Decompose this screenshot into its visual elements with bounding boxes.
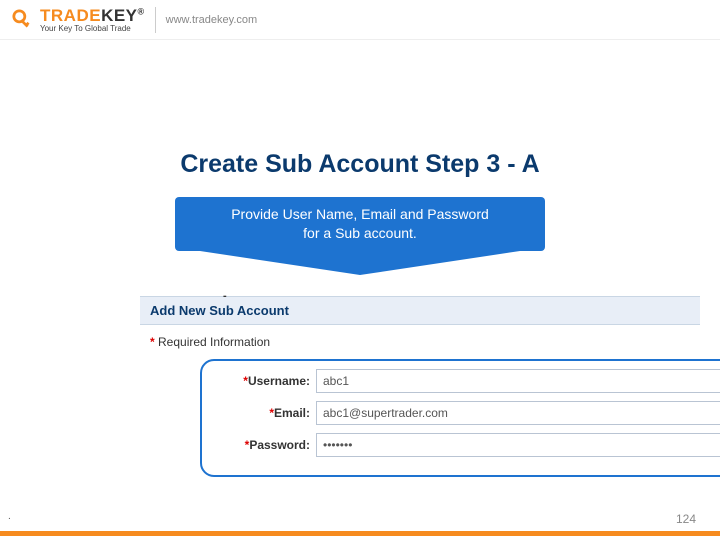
logo-key-text: KEY [101, 6, 137, 25]
password-input[interactable] [316, 433, 720, 457]
callout-arrow-icon [200, 251, 520, 275]
callout: Provide User Name, Email and Password fo… [175, 197, 545, 275]
logo-block: TRADEKEY® Your Key To Global Trade [12, 6, 145, 33]
username-input[interactable] [316, 369, 720, 393]
username-label: *Username: [212, 374, 316, 388]
email-row: *Email: [212, 401, 720, 425]
password-row: *Password: [212, 433, 720, 457]
username-row: *Username: [212, 369, 720, 393]
page-number: 124 [676, 512, 696, 526]
required-text: Required Information [155, 335, 270, 349]
callout-line1: Provide User Name, Email and Password [189, 205, 531, 224]
logo-trade: TRADE [40, 6, 101, 25]
required-note: * Required Information [140, 325, 700, 357]
slide-title: Create Sub Account Step 3 - A [0, 150, 720, 179]
highlight-box: *Username: *Email: *Password: [200, 359, 720, 477]
bottom-rule [0, 531, 720, 536]
logo-text-wrap: TRADEKEY® Your Key To Global Trade [40, 6, 145, 33]
logo-text: TRADEKEY® [40, 6, 145, 26]
logo-registered: ® [138, 6, 145, 16]
callout-line2: for a Sub account. [189, 224, 531, 243]
key-icon [12, 9, 34, 31]
callout-box: Provide User Name, Email and Password fo… [175, 197, 545, 251]
form-tick: - [223, 290, 227, 302]
password-label: *Password: [212, 438, 316, 452]
header-url: www.tradekey.com [166, 14, 258, 26]
email-label: *Email: [212, 406, 316, 420]
footer-dot: . [8, 511, 11, 522]
form-panel: - Add New Sub Account * Required Informa… [140, 296, 700, 357]
logo-tagline: Your Key To Global Trade [40, 24, 145, 33]
slide-header: TRADEKEY® Your Key To Global Trade www.t… [0, 0, 720, 40]
header-divider [155, 7, 156, 33]
email-field[interactable] [316, 401, 720, 425]
